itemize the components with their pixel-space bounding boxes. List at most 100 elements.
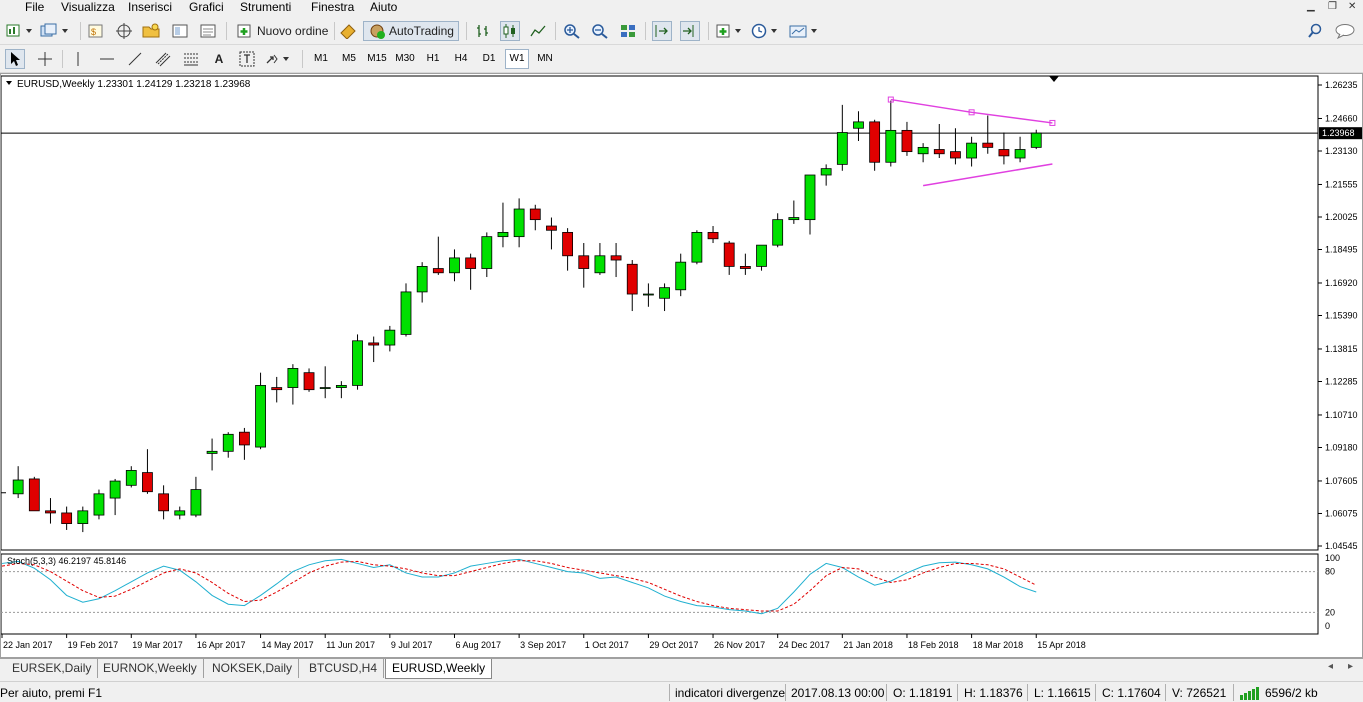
cursor-tool-icon[interactable]: [5, 49, 25, 69]
tab-eursek-daily[interactable]: EURSEK,Daily: [6, 659, 99, 678]
navigator-icon[interactable]: [141, 21, 161, 41]
main-chart-frame: [1, 75, 1319, 551]
auto-scroll-button[interactable]: [652, 21, 672, 41]
restore-icon[interactable]: ❐: [1328, 1, 1337, 12]
menu-strumenti[interactable]: Strumenti: [240, 0, 291, 16]
terminal-icon[interactable]: [170, 21, 190, 41]
bull-candle: [820, 168, 832, 176]
bear-candle: [546, 225, 557, 231]
bear-candle: [739, 266, 751, 269]
strategy-tester-icon[interactable]: [198, 21, 218, 41]
new-order-button[interactable]: Nuovo ordine: [233, 21, 331, 41]
date-tick-label: 24 Dec 2017: [779, 640, 830, 650]
bull-candle: [853, 121, 864, 129]
bull-candle: [659, 287, 670, 299]
bear-candle: [238, 431, 250, 446]
timeframe-m1[interactable]: M1: [309, 49, 333, 69]
date-tick-label: 18 Mar 2018: [973, 640, 1024, 650]
tab-btcusd-h4[interactable]: BTCUSD,H4: [303, 659, 385, 678]
tab-noksek-daily[interactable]: NOKSEK,Daily: [206, 659, 300, 678]
bear-candle: [707, 231, 719, 240]
templates-button[interactable]: [789, 21, 821, 41]
timeframe-d1[interactable]: D1: [477, 49, 501, 69]
current-price-label: 1.23968: [1322, 128, 1355, 138]
minimize-icon[interactable]: ▁: [1307, 1, 1315, 12]
timeframe-m15[interactable]: M15: [365, 49, 389, 69]
autotrading-button[interactable]: AutoTrading: [363, 21, 459, 41]
menu-file[interactable]: File: [25, 0, 44, 16]
bear-candle: [465, 257, 477, 269]
tile-windows-icon[interactable]: [618, 21, 638, 41]
bear-candle: [578, 255, 590, 269]
line-chart-button[interactable]: [528, 21, 548, 41]
fibonacci-tool-icon[interactable]: [181, 49, 201, 69]
arrows-tool-icon[interactable]: [265, 49, 293, 69]
trendline-tool-icon[interactable]: [125, 49, 145, 69]
tab-eurnok-weekly[interactable]: EURNOK,Weekly: [97, 659, 204, 678]
candlestick-chart-button[interactable]: [500, 21, 520, 41]
zoom-out-icon[interactable]: [590, 21, 610, 41]
date-tick-label: 11 Jun 2017: [326, 640, 375, 650]
zoom-in-icon[interactable]: [562, 21, 582, 41]
channel-tool-icon[interactable]: [153, 49, 173, 69]
bar-chart-button[interactable]: [473, 21, 493, 41]
menu-finestra[interactable]: Finestra: [311, 0, 354, 16]
bull-candle: [643, 293, 654, 296]
connection-status-icon[interactable]: [1240, 686, 1262, 700]
bear-candle: [529, 208, 541, 221]
crosshair-nav-icon[interactable]: [114, 21, 134, 41]
timeframe-m5[interactable]: M5: [337, 49, 361, 69]
bear-candle: [562, 231, 573, 257]
stochastic-panel: 100 80 20 0: [1, 553, 1340, 635]
chart-window[interactable]: 1.23968 1.26235 1.24660 1.23130 1.21555 1.20…: [0, 73, 1363, 658]
chart-shift-button[interactable]: [680, 21, 700, 41]
new-chart-button[interactable]: [6, 21, 34, 41]
metaeditor-icon[interactable]: [338, 21, 358, 41]
horizontal-line-tool-icon[interactable]: [97, 49, 117, 69]
bull-candle: [966, 142, 977, 159]
price-tick-label: 1.12285: [1325, 376, 1358, 386]
bear-candle: [950, 151, 961, 159]
profiles-button[interactable]: [40, 21, 72, 41]
periods-button[interactable]: [751, 21, 783, 41]
price-tick-label: 1.20025: [1325, 212, 1358, 222]
status-volume: V: 726521: [1172, 686, 1227, 700]
chart-header: EURUSD,Weekly 1.23301 1.24129 1.23218 1.…: [17, 79, 251, 90]
bull-candle: [222, 433, 234, 452]
timeframe-mn[interactable]: MN: [533, 49, 557, 69]
chat-icon[interactable]: [1334, 21, 1356, 41]
price-chart[interactable]: 1.23968 1.26235 1.24660 1.23130 1.21555 1.20…: [1, 74, 1362, 657]
bull-candle: [513, 208, 525, 238]
bear-candle: [869, 121, 881, 163]
date-tick-label: 19 Feb 2017: [68, 640, 119, 650]
text-tool-icon[interactable]: A: [209, 49, 229, 69]
timeframe-m30[interactable]: M30: [393, 49, 417, 69]
vertical-line-tool-icon[interactable]: [68, 49, 88, 69]
menu-visualizza[interactable]: Visualizza: [61, 0, 115, 16]
date-tick-label: 22 Jan 2017: [3, 640, 53, 650]
tab-scroll-right-icon[interactable]: ▸: [1348, 661, 1353, 672]
close-icon[interactable]: ✕: [1348, 1, 1356, 12]
stoch-tick-label: 20: [1325, 607, 1335, 617]
timeframe-w1[interactable]: W1: [505, 49, 529, 69]
timeframe-h1[interactable]: H1: [421, 49, 445, 69]
menu-grafici[interactable]: Grafici: [189, 0, 224, 16]
tab-eurusd-weekly[interactable]: EURUSD,Weekly: [385, 659, 493, 679]
bear-candle: [626, 263, 638, 295]
text-label-tool-icon[interactable]: [237, 49, 257, 69]
menu-aiuto[interactable]: Aiuto: [370, 0, 397, 16]
indicators-button[interactable]: [715, 21, 747, 41]
search-icon[interactable]: [1305, 21, 1325, 41]
bull-candle: [352, 340, 363, 386]
menu-inserisci[interactable]: Inserisci: [128, 0, 172, 16]
timeframe-h4[interactable]: H4: [449, 49, 473, 69]
bull-candle: [384, 329, 396, 346]
crosshair-tool-icon[interactable]: [35, 49, 55, 69]
status-profile[interactable]: indicatori divergenze: [675, 685, 785, 701]
date-tick-label: 16 Apr 2017: [197, 640, 246, 650]
date-tick-label: 15 Apr 2018: [1037, 640, 1086, 650]
bear-candle: [933, 149, 945, 155]
status-datetime: 2017.08.13 00:00: [791, 686, 885, 700]
market-watch-icon[interactable]: $: [86, 21, 106, 41]
tab-scroll-left-icon[interactable]: ◂: [1328, 661, 1333, 672]
